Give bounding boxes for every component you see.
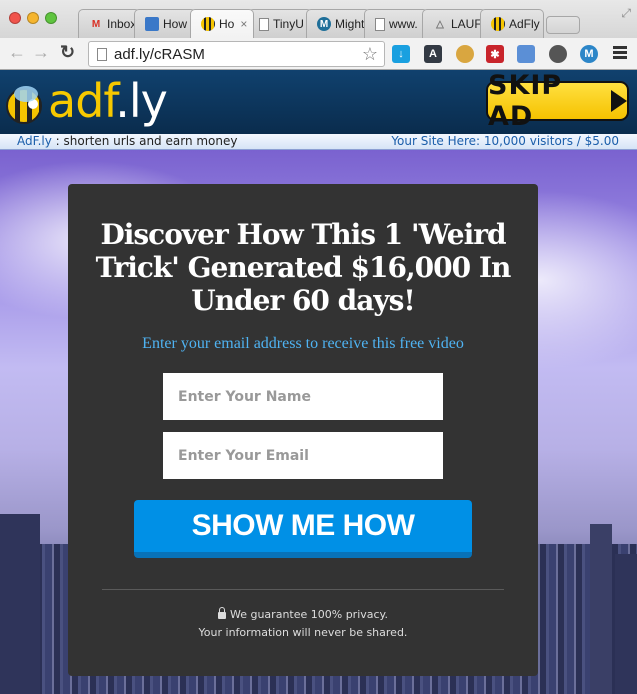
back-button[interactable]: ← [8,42,26,63]
zoom-window-button[interactable] [45,12,57,24]
adfly-logo[interactable]: adf.ly [6,74,168,128]
evernote-icon[interactable] [549,45,567,63]
minimize-window-button[interactable] [27,12,39,24]
address-bar[interactable]: adf.ly/cRASM ☆ [88,41,385,67]
mightytext-icon: M [317,17,331,31]
tagline: : shorten urls and earn money [51,134,238,148]
tab-tinyurl[interactable]: TinyU [248,9,312,38]
adfly-header: adf.ly SKIP AD [0,70,637,134]
logo-text-ly: .ly [115,74,168,128]
lastpass-icon[interactable]: ✱ [486,45,504,63]
new-tab-button[interactable] [546,16,580,34]
advertise-link[interactable]: Your Site Here: 10,000 visitors / $5.00 [391,134,619,149]
skip-ad-button[interactable]: SKIP AD [486,70,629,132]
page-icon [97,47,107,61]
forward-button[interactable]: → [32,42,50,63]
tab-www[interactable]: www. [364,9,428,38]
tab-inbox[interactable]: M Inbox [78,9,140,38]
adfly-info-bar: AdF.ly : shorten urls and earn money You… [0,134,637,150]
fullscreen-icon[interactable]: ⤢ [621,6,631,21]
logo-text-adf: adf [48,74,116,128]
window-tool-icon[interactable] [517,45,535,63]
browser-toolbar: ← → ↻ adf.ly/cRASM ☆ ↓ A ✱ M [0,38,637,70]
tab-label: Might [335,17,365,31]
optin-panel: Discover How This 1 'Weird Trick' Genera… [68,184,538,676]
email-input[interactable] [163,432,443,479]
translate-icon[interactable]: A [424,45,442,63]
triangle-icon: △ [436,18,444,30]
tab-label: TinyU [273,17,304,31]
window-icon [145,17,159,31]
tab-label: LAUF [451,17,482,31]
tab-how[interactable]: How [134,9,196,38]
adfly-link[interactable]: AdF.ly [17,134,52,148]
privacy-line-2: Your information will never be shared. [198,626,408,639]
bee-icon [201,17,215,31]
tab-lauf[interactable]: △ LAUF [422,9,486,38]
tab-label: Inbox [107,17,137,31]
play-arrow-icon [611,90,627,112]
page-icon [375,17,385,31]
download-icon[interactable]: ↓ [392,45,410,63]
show-me-how-button[interactable]: SHOW ME HOW [134,500,472,558]
browser-tab-strip: M Inbox How Ho × TinyU M Might www. △ LA… [0,0,637,38]
window-controls [9,12,57,24]
close-window-button[interactable] [9,12,21,24]
gmail-icon: M [91,18,101,30]
tab-label: How [163,17,188,31]
divider [102,589,504,590]
lock-icon [217,607,226,619]
tab-adfly[interactable]: AdFly [480,9,544,38]
url-text[interactable]: adf.ly/cRASM [114,46,205,63]
privacy-line-1: We guarantee 100% privacy. [229,608,388,621]
page-icon [259,17,269,31]
chrome-menu-icon[interactable] [613,46,627,61]
offer-subheadline: Enter your email address to receive this… [142,335,464,352]
skip-ad-label: SKIP AD [488,70,563,132]
tab-label: Ho [219,17,235,31]
tab-label: www. [389,17,418,31]
tab-label: AdFly [509,17,540,31]
tab-mightytext[interactable]: M Might [306,9,370,38]
bee-icon [491,17,505,31]
tab-adfly-active[interactable]: Ho × [190,9,254,38]
bee-icon [6,86,42,124]
mightytext-icon[interactable]: M [580,45,598,63]
reload-button[interactable]: ↻ [60,42,75,63]
coins-icon[interactable] [456,45,474,63]
bookmark-star-icon[interactable]: ☆ [362,44,378,65]
name-input[interactable] [163,373,443,420]
privacy-notice: We guarantee 100% privacy. Your informat… [68,606,538,642]
offer-headline: Discover How This 1 'Weird Trick' Genera… [95,218,512,317]
close-tab-icon[interactable]: × [240,17,247,31]
